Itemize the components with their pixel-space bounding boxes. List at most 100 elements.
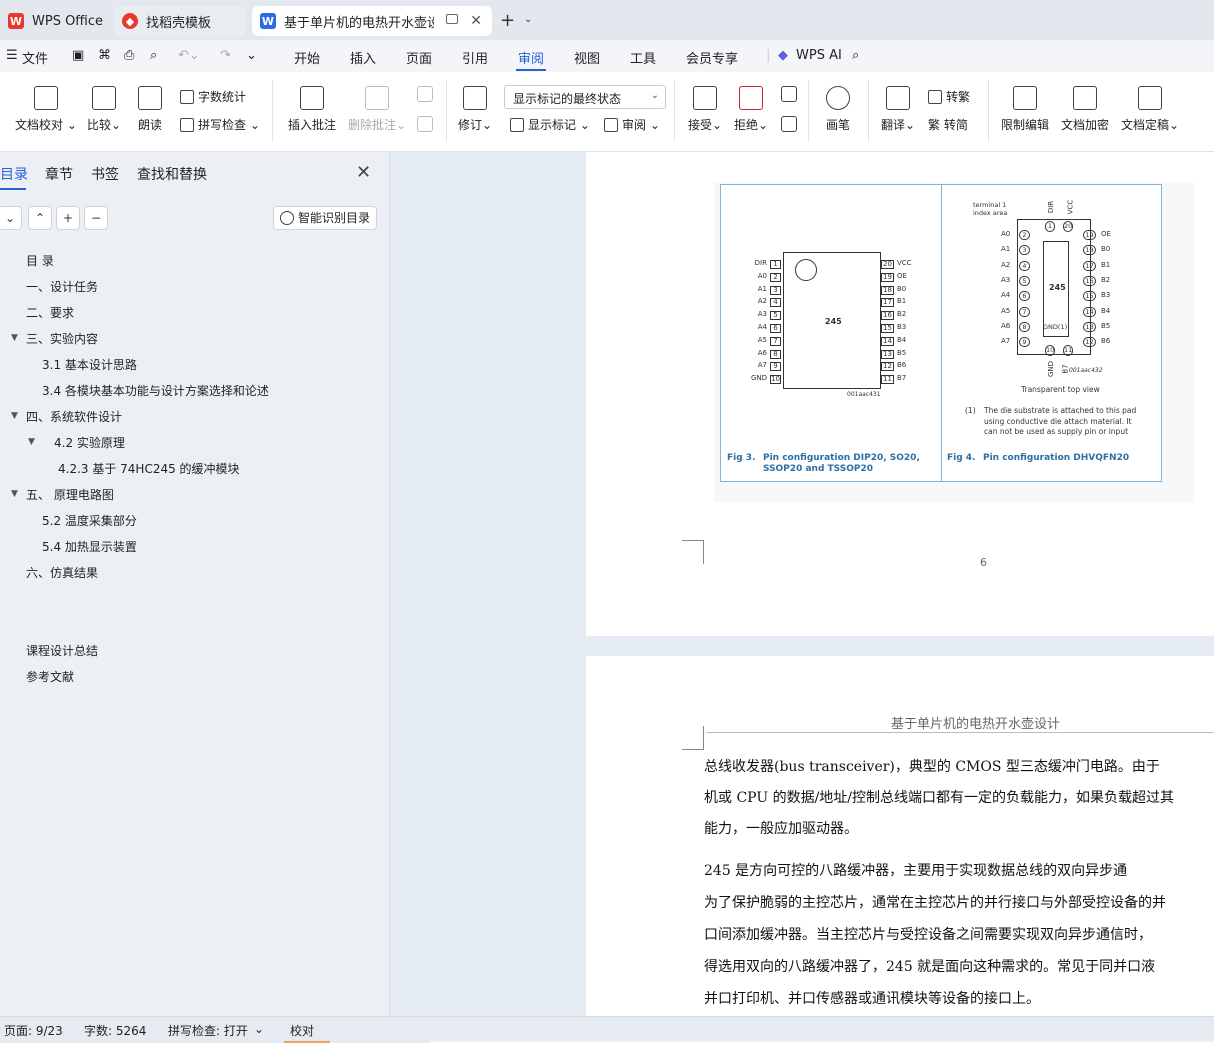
accept-button[interactable]: 接受⌄ bbox=[686, 86, 724, 133]
expand-triangle-icon[interactable]: ▼ bbox=[11, 411, 18, 421]
proofread-indicator[interactable]: 校对 bbox=[290, 1022, 314, 1039]
menu-view[interactable]: 视图 bbox=[574, 48, 600, 67]
print-preview-icon[interactable]: ⌕ bbox=[150, 48, 157, 63]
close-tab-icon[interactable]: ✕ bbox=[470, 13, 482, 29]
print-icon[interactable]: ⎙ bbox=[124, 48, 134, 63]
finalize-icon bbox=[1138, 86, 1162, 110]
restrict-edit-button[interactable]: 限制编辑 bbox=[1000, 86, 1050, 133]
body-text-line[interactable]: 能力，一般应加驱动器。 bbox=[704, 814, 1214, 845]
to-simplified-button[interactable]: 繁 转简 bbox=[928, 116, 968, 133]
toc-item[interactable]: 4.2.3 基于 74HC245 的缓冲模块 bbox=[58, 460, 240, 477]
translate-button[interactable]: 翻译⌄ bbox=[878, 86, 918, 133]
body-text-line[interactable]: 得选用双向的八路缓冲器了，245 就是面向这种需求的。常见于同并口液 bbox=[704, 952, 1214, 983]
hamburger-icon[interactable]: ☰ bbox=[6, 48, 18, 63]
tab-document[interactable]: W 基于单片机的电热开水壶设计 ✕ bbox=[252, 6, 492, 36]
read-aloud-button[interactable]: 朗读 bbox=[134, 86, 166, 133]
chevron-down-icon[interactable]: ⌄ bbox=[254, 1022, 264, 1036]
menu-tools[interactable]: 工具 bbox=[630, 48, 656, 67]
window-icon[interactable] bbox=[446, 14, 458, 24]
next-comment-button[interactable] bbox=[414, 116, 436, 138]
prev-comment-icon bbox=[417, 86, 433, 102]
search-icon[interactable]: ⌕ bbox=[852, 48, 859, 63]
nav-tab-toc[interactable]: 目录 bbox=[0, 164, 28, 184]
toc-item[interactable]: 三、实验内容 bbox=[26, 330, 98, 347]
close-icon[interactable]: ✕ bbox=[356, 162, 371, 183]
pin-number: 13 bbox=[881, 349, 894, 359]
body-text-line[interactable]: 机或 CPU 的数据/地址/控制总线端口都有一定的负载能力，如果负载超过其 bbox=[704, 783, 1214, 814]
page-indicator[interactable]: 页面: 9/23 bbox=[4, 1022, 63, 1039]
remove-heading-button[interactable]: − bbox=[84, 206, 108, 230]
prev-comment-button[interactable] bbox=[414, 86, 436, 108]
document-page[interactable]: 基于单片机的电热开水壶设计 总线收发器(bus transceiver)，典型的… bbox=[586, 656, 1214, 1016]
track-changes-button[interactable]: 修订⌄ bbox=[456, 86, 494, 133]
finalize-button[interactable]: 文档定稿⌄ bbox=[1120, 86, 1180, 133]
toc-item[interactable]: 目 录 bbox=[26, 252, 54, 269]
insert-comment-button[interactable]: 插入批注 bbox=[286, 86, 338, 133]
delete-comment-button[interactable]: 删除批注⌄ bbox=[346, 86, 408, 133]
menu-member[interactable]: 会员专享 bbox=[686, 48, 738, 67]
collapse-up-button[interactable]: ⌃ bbox=[28, 206, 52, 230]
toc-item[interactable]: 二、要求 bbox=[26, 304, 74, 321]
document-area[interactable]: 245 001aac431 Fig 3. Pin configuration D… bbox=[391, 152, 1214, 1016]
menu-insert[interactable]: 插入 bbox=[350, 48, 376, 67]
menu-reference[interactable]: 引用 bbox=[462, 48, 488, 67]
undo-icon[interactable]: ↶⌄ bbox=[178, 48, 200, 63]
markup-state-select[interactable]: 显示标记的最终状态 ⌄ bbox=[504, 85, 666, 109]
word-count-button[interactable]: 字数统计 bbox=[180, 88, 246, 105]
next-change-button[interactable] bbox=[778, 116, 800, 138]
menu-wps-ai[interactable]: WPS AI bbox=[796, 48, 842, 63]
toc-item[interactable]: 课程设计总结 bbox=[26, 642, 98, 659]
document-page[interactable]: 245 001aac431 Fig 3. Pin configuration D… bbox=[586, 152, 1214, 636]
expand-triangle-icon[interactable]: ▼ bbox=[11, 489, 18, 499]
smart-toc-button[interactable]: 智能识别目录 bbox=[273, 206, 377, 230]
menu-file[interactable]: 文件 bbox=[22, 48, 48, 67]
reject-button[interactable]: 拒绝⌄ bbox=[732, 86, 770, 133]
chevron-down-icon[interactable]: ⌄ bbox=[524, 14, 532, 25]
to-traditional-button[interactable]: 转繁 bbox=[928, 88, 970, 105]
toc-item[interactable]: 3.4 各模块基本功能与设计方案选择和论述 bbox=[42, 382, 269, 399]
expand-down-button[interactable]: ⌄ bbox=[0, 206, 22, 230]
pin-name: B0 bbox=[897, 284, 907, 293]
toc-item[interactable]: 3.1 基本设计思路 bbox=[42, 356, 137, 373]
expand-triangle-icon[interactable]: ▼ bbox=[11, 333, 18, 343]
pin-name: A1 bbox=[1001, 245, 1011, 254]
pen-button[interactable]: 画笔 bbox=[820, 86, 856, 133]
menu-home[interactable]: 开始 bbox=[294, 48, 320, 67]
tab-docer[interactable]: ◆ 找稻壳模板 bbox=[114, 6, 246, 36]
new-tab-icon[interactable]: + bbox=[500, 10, 515, 31]
save-icon[interactable]: ▣ bbox=[72, 48, 84, 63]
toc-item[interactable]: 5.4 加热显示装置 bbox=[42, 538, 137, 555]
toc-item[interactable]: 5.2 温度采集部分 bbox=[42, 512, 137, 529]
nav-tab-bookmarks[interactable]: 书签 bbox=[91, 164, 119, 184]
word-count-indicator[interactable]: 字数: 5264 bbox=[84, 1022, 146, 1039]
spell-check-button[interactable]: 拼写检查 ⌄ bbox=[180, 116, 260, 133]
redo-icon[interactable]: ↷ bbox=[220, 48, 231, 63]
toc-item[interactable]: 五、 原理电路图 bbox=[26, 486, 114, 503]
body-text-line[interactable]: 口间添加缓冲器。当主控芯片与受控设备之间需要实现双向异步通信时， bbox=[704, 920, 1214, 951]
spell-check-indicator[interactable]: 拼写检查: 打开 bbox=[168, 1022, 248, 1039]
add-heading-button[interactable]: + bbox=[56, 206, 80, 230]
tab-wps-office[interactable]: W WPS Office bbox=[0, 6, 108, 36]
body-text-line[interactable]: 为了保护脆弱的主控芯片，通常在主控芯片的并行接口与外部受控设备的并 bbox=[704, 888, 1214, 919]
body-text-line[interactable]: 并口打印机、并口传感器或通讯模块等设备的接口上。 bbox=[704, 984, 1214, 1015]
expand-triangle-icon[interactable]: ▼ bbox=[28, 437, 35, 447]
encrypt-button[interactable]: 文档加密 bbox=[1060, 86, 1110, 133]
prev-change-button[interactable] bbox=[778, 86, 800, 108]
compare-button[interactable]: 比较⌄ bbox=[84, 86, 124, 133]
toc-item[interactable]: 四、系统软件设计 bbox=[26, 408, 122, 425]
nav-tab-chapters[interactable]: 章节 bbox=[45, 164, 73, 184]
chevron-down-icon[interactable]: ⌄ bbox=[246, 48, 257, 63]
doc-check-button[interactable]: 文档校对 ⌄ bbox=[14, 86, 78, 133]
toc-item[interactable]: 六、仿真结果 bbox=[26, 564, 98, 581]
toc-item[interactable]: 参考文献 bbox=[26, 668, 74, 685]
toc-item[interactable]: 4.2 实验原理 bbox=[54, 434, 125, 451]
menu-review[interactable]: 审阅 bbox=[518, 48, 544, 67]
body-text-line[interactable]: 总线收发器(bus transceiver)，典型的 CMOS 型三态缓冲门电路… bbox=[704, 752, 1214, 783]
review-pane-button[interactable]: 审阅 ⌄ bbox=[604, 116, 660, 133]
show-markup-button[interactable]: 显示标记 ⌄ bbox=[510, 116, 590, 133]
nav-tab-find-replace[interactable]: 查找和替换 bbox=[137, 164, 207, 184]
share-icon[interactable]: ⌘ bbox=[98, 48, 111, 63]
toc-item[interactable]: 一、设计任务 bbox=[26, 278, 98, 295]
body-text-line[interactable]: 245 是方向可控的八路缓冲器，主要用于实现数据总线的双向异步通 bbox=[704, 856, 1214, 887]
menu-page[interactable]: 页面 bbox=[406, 48, 432, 67]
